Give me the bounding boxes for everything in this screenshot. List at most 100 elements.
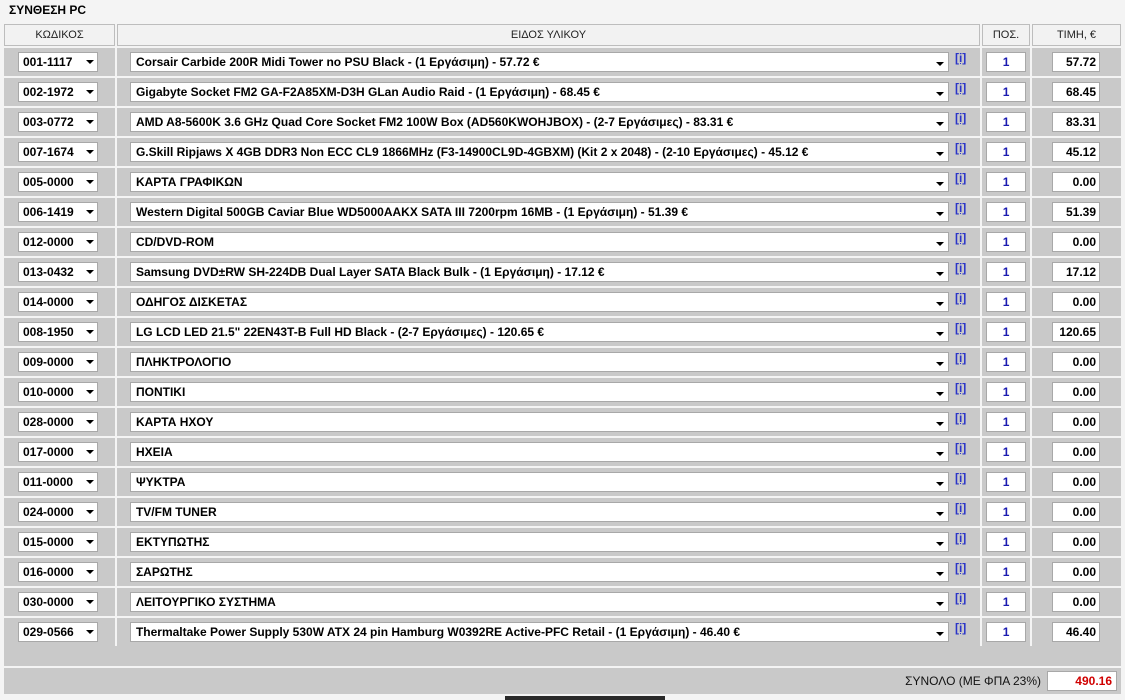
- description-select[interactable]: ΠΛΗΚΤΡΟΛΟΓΙΟ: [129, 352, 949, 372]
- description-value: ΚΑΡΤΑ ΓΡΑΦΙΚΩΝ: [135, 175, 243, 189]
- info-icon[interactable]: [i]: [955, 261, 966, 275]
- info-icon[interactable]: [i]: [955, 501, 966, 515]
- code-select[interactable]: 024-0000: [18, 502, 98, 522]
- info-icon[interactable]: [i]: [955, 351, 966, 365]
- code-select[interactable]: 001-1117: [18, 52, 98, 72]
- description-cell: Corsair Carbide 200R Midi Tower no PSU B…: [116, 48, 981, 76]
- description-select[interactable]: Gigabyte Socket FM2 GA-F2A85XM-D3H GLan …: [129, 82, 949, 102]
- info-icon[interactable]: [i]: [955, 81, 966, 95]
- description-select[interactable]: Western Digital 500GB Caviar Blue WD5000…: [129, 202, 949, 222]
- quantity-input[interactable]: 1: [986, 262, 1027, 282]
- code-select[interactable]: 006-1419: [18, 202, 98, 222]
- description-value: Gigabyte Socket FM2 GA-F2A85XM-D3H GLan …: [135, 85, 600, 99]
- quantity-input[interactable]: 1: [986, 592, 1027, 612]
- code-select[interactable]: 012-0000: [18, 232, 98, 252]
- code-select[interactable]: 010-0000: [18, 382, 98, 402]
- quantity-input[interactable]: 1: [986, 112, 1027, 132]
- code-select[interactable]: 009-0000: [18, 352, 98, 372]
- code-select[interactable]: 016-0000: [18, 562, 98, 582]
- code-select[interactable]: 008-1950: [18, 322, 98, 342]
- quantity-input[interactable]: 1: [986, 142, 1027, 162]
- code-select[interactable]: 013-0432: [18, 262, 98, 282]
- info-icon[interactable]: [i]: [955, 471, 966, 485]
- code-select[interactable]: 007-1674: [18, 142, 98, 162]
- info-icon[interactable]: [i]: [955, 291, 966, 305]
- price-cell: 0.00: [1032, 438, 1121, 466]
- info-icon[interactable]: [i]: [955, 111, 966, 125]
- code-select[interactable]: 003-0772: [18, 112, 98, 132]
- quantity-input[interactable]: 1: [986, 622, 1027, 642]
- quantity-input[interactable]: 1: [986, 562, 1027, 582]
- chevron-down-icon: [935, 482, 944, 486]
- description-select[interactable]: Thermaltake Power Supply 530W ATX 24 pin…: [129, 622, 949, 642]
- description-select[interactable]: Corsair Carbide 200R Midi Tower no PSU B…: [129, 52, 949, 72]
- quantity-input[interactable]: 1: [986, 472, 1027, 492]
- code-select[interactable]: 030-0000: [18, 592, 98, 612]
- quantity-cell: 1: [982, 228, 1031, 256]
- quantity-input[interactable]: 1: [986, 532, 1027, 552]
- code-select[interactable]: 015-0000: [18, 532, 98, 552]
- info-icon[interactable]: [i]: [955, 561, 966, 575]
- code-cell: 003-0772: [4, 108, 115, 136]
- description-select[interactable]: ΗΧΕΙΑ: [129, 442, 949, 462]
- description-value: G.Skill Ripjaws X 4GB DDR3 Non ECC CL9 1…: [135, 145, 809, 159]
- description-select[interactable]: TV/FM TUNER: [129, 502, 949, 522]
- code-select[interactable]: 005-0000: [18, 172, 98, 192]
- description-select[interactable]: ΕΚΤΥΠΩΤΗΣ: [129, 532, 949, 552]
- quantity-input[interactable]: 1: [986, 442, 1027, 462]
- quantity-cell: 1: [982, 618, 1031, 646]
- info-icon[interactable]: [i]: [955, 201, 966, 215]
- table-row: 012-0000 CD/DVD-ROM [i] 1 0.00: [4, 228, 1121, 256]
- header-quantity: ΠΟΣ.: [982, 24, 1031, 46]
- quantity-cell: 1: [982, 558, 1031, 586]
- description-select[interactable]: CD/DVD-ROM: [129, 232, 949, 252]
- code-select[interactable]: 028-0000: [18, 412, 98, 432]
- description-select[interactable]: ΟΔΗΓΟΣ ΔΙΣΚΕΤΑΣ: [129, 292, 949, 312]
- info-icon[interactable]: [i]: [955, 621, 966, 635]
- quantity-input[interactable]: 1: [986, 232, 1027, 252]
- quantity-input[interactable]: 1: [986, 292, 1027, 312]
- quantity-input[interactable]: 1: [986, 172, 1027, 192]
- code-cell: 010-0000: [4, 378, 115, 406]
- info-icon[interactable]: [i]: [955, 531, 966, 545]
- info-icon[interactable]: [i]: [955, 231, 966, 245]
- quantity-input[interactable]: 1: [986, 322, 1027, 342]
- info-icon[interactable]: [i]: [955, 51, 966, 65]
- price-cell: 68.45: [1032, 78, 1121, 106]
- code-select[interactable]: 014-0000: [18, 292, 98, 312]
- description-select[interactable]: ΛΕΙΤΟΥΡΓΙΚΟ ΣΥΣΤΗΜΑ: [129, 592, 949, 612]
- info-icon[interactable]: [i]: [955, 381, 966, 395]
- description-select[interactable]: G.Skill Ripjaws X 4GB DDR3 Non ECC CL9 1…: [129, 142, 949, 162]
- info-icon[interactable]: [i]: [955, 171, 966, 185]
- description-select[interactable]: AMD A8-5600K 3.6 GHz Quad Core Socket FM…: [129, 112, 949, 132]
- quantity-input[interactable]: 1: [986, 412, 1027, 432]
- table-row: 008-1950 LG LCD LED 21.5" 22EN43T-B Full …: [4, 318, 1121, 346]
- code-value: 014-0000: [23, 295, 74, 309]
- horizontal-scrollbar-thumb[interactable]: [505, 696, 665, 700]
- description-select[interactable]: ΚΑΡΤΑ ΓΡΑΦΙΚΩΝ: [129, 172, 949, 192]
- info-icon[interactable]: [i]: [955, 411, 966, 425]
- description-select[interactable]: ΠΟΝΤΙΚΙ: [129, 382, 949, 402]
- code-select[interactable]: 002-1972: [18, 82, 98, 102]
- info-icon[interactable]: [i]: [955, 441, 966, 455]
- info-icon[interactable]: [i]: [955, 591, 966, 605]
- description-select[interactable]: Samsung DVD±RW SH-224DB Dual Layer SATA …: [129, 262, 949, 282]
- quantity-input[interactable]: 1: [986, 382, 1027, 402]
- quantity-input[interactable]: 1: [986, 352, 1027, 372]
- info-icon[interactable]: [i]: [955, 141, 966, 155]
- code-select[interactable]: 011-0000: [18, 472, 98, 492]
- quantity-input[interactable]: 1: [986, 82, 1027, 102]
- chevron-down-icon: [86, 90, 94, 94]
- code-cell: 009-0000: [4, 348, 115, 376]
- description-select[interactable]: ΣΑΡΩΤΗΣ: [129, 562, 949, 582]
- description-select[interactable]: ΚΑΡΤΑ ΗΧΟΥ: [129, 412, 949, 432]
- quantity-input[interactable]: 1: [986, 202, 1027, 222]
- description-select[interactable]: ΨΥΚΤΡΑ: [129, 472, 949, 492]
- quantity-input[interactable]: 1: [986, 502, 1027, 522]
- code-select[interactable]: 017-0000: [18, 442, 98, 462]
- description-select[interactable]: LG LCD LED 21.5" 22EN43T-B Full HD Black…: [129, 322, 949, 342]
- chevron-down-icon: [86, 450, 94, 454]
- quantity-input[interactable]: 1: [986, 52, 1027, 72]
- info-icon[interactable]: [i]: [955, 321, 966, 335]
- code-select[interactable]: 029-0566: [18, 622, 98, 642]
